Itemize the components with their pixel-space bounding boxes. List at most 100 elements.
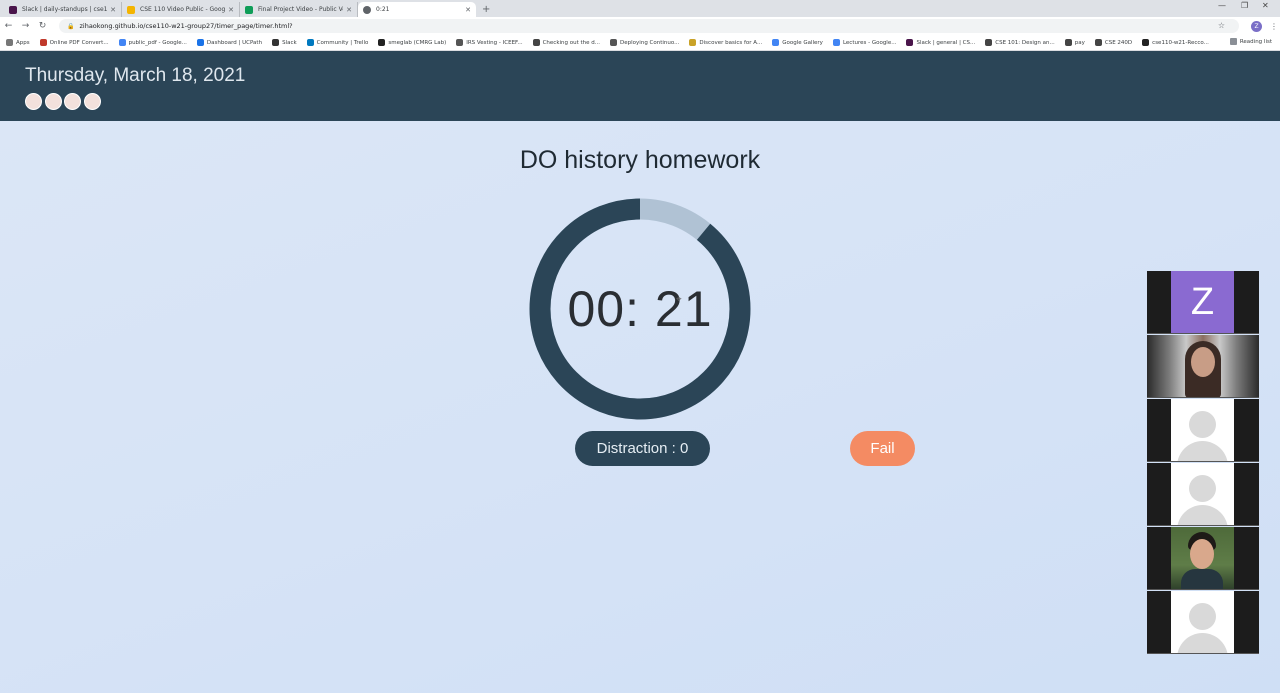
bookmark-label: Lectures - Google... — [842, 39, 897, 46]
new-tab-button[interactable]: + — [476, 2, 496, 17]
bookmark-star-icon[interactable]: ☆ — [1218, 21, 1225, 30]
browser-tab[interactable]: Final Project Video - Public Vers... ✕ — [240, 2, 358, 17]
bookmark-item[interactable]: Slack | general | CS... — [906, 39, 975, 46]
timer-display: 00: 21 — [567, 281, 713, 337]
menu-icon[interactable]: ⋮ — [1270, 22, 1278, 31]
task-title: DO history homework — [519, 146, 761, 174]
bookmark-label: IRS Vesting - ICEEF... — [466, 39, 523, 46]
page-header: Thursday, March 18, 2021 — [0, 51, 1280, 121]
bookmark-label: Google Gallery — [782, 39, 823, 46]
video-tile[interactable] — [1147, 463, 1259, 526]
bookmark-label: CSE 101: Design an... — [995, 39, 1055, 46]
tab-close-icon[interactable]: ✕ — [110, 6, 116, 14]
bookmark-label: public_pdf - Google... — [128, 39, 187, 46]
bookmark-item[interactable]: Lectures - Google... — [832, 39, 897, 46]
bookmark-label: Dashboard | UCPath — [206, 39, 263, 46]
bookmark-label: Deploying Continuo... — [620, 39, 680, 46]
tab-title: Final Project Video - Public Vers... — [258, 6, 343, 13]
date-title: Thursday, March 18, 2021 — [25, 65, 246, 86]
reading-list-label: Reading list — [1239, 38, 1272, 45]
url-text: zihaokong.github.io/cse110-w21-group27/t… — [79, 22, 293, 30]
bookmark-label: Online PDF Convert... — [49, 39, 109, 46]
bookmark-label: Discover basics for A... — [699, 39, 763, 46]
bookmark-item[interactable]: Deploying Continuo... — [610, 39, 679, 46]
participant-initial-avatar: Z — [1171, 271, 1234, 333]
participant-face — [1191, 347, 1215, 377]
bookmark-item[interactable]: Apps — [6, 39, 30, 46]
fail-button[interactable]: Fail — [850, 431, 915, 466]
bookmark-item[interactable]: Slack — [272, 39, 297, 46]
bookmark-favicon-icon — [689, 39, 697, 46]
reload-icon[interactable]: ↻ — [34, 21, 51, 31]
video-tile[interactable] — [1147, 527, 1259, 590]
bookmark-favicon-icon — [456, 39, 464, 46]
restore-icon[interactable]: ❐ — [1241, 1, 1248, 10]
window-close-icon[interactable]: ✕ — [1262, 1, 1269, 10]
video-tile[interactable] — [1147, 335, 1259, 398]
bookmark-item[interactable]: public_pdf - Google... — [118, 39, 187, 46]
lock-icon[interactable]: 🔒 — [67, 23, 74, 30]
bookmark-item[interactable]: Discover basics for A... — [689, 39, 762, 46]
pomodoro-dot — [64, 93, 81, 110]
participant-shirt — [1181, 569, 1223, 589]
bookmark-label: pay — [1074, 39, 1085, 46]
video-tile[interactable] — [1147, 591, 1259, 654]
bookmark-favicon-icon — [772, 39, 780, 46]
bookmark-label: smeglab (CMRG Lab) — [388, 39, 447, 46]
tab-close-icon[interactable]: ✕ — [346, 6, 352, 14]
forward-icon[interactable]: → — [17, 21, 34, 31]
browser-tab[interactable]: Slack | daily-standups | cse110-... ✕ — [4, 2, 122, 17]
reading-list-icon — [1229, 38, 1237, 45]
person-head-icon — [1189, 603, 1216, 630]
bookmark-item[interactable]: Checking out the d... — [532, 39, 600, 46]
video-tile[interactable]: Z — [1147, 271, 1259, 334]
bookmark-item[interactable]: CSE 240D — [1094, 39, 1132, 46]
bookmark-item[interactable]: Online PDF Convert... — [39, 39, 109, 46]
participant-placeholder — [1171, 591, 1234, 653]
distraction-button[interactable]: Distraction : 0 — [575, 431, 710, 466]
browser-toolbar: ← → ↻ 🔒 zihaokong.github.io/cse110-w21-g… — [0, 17, 1280, 35]
participant-face — [1190, 539, 1214, 569]
bookmark-favicon-icon — [532, 39, 540, 46]
back-icon[interactable]: ← — [0, 21, 17, 31]
bookmark-favicon-icon — [272, 39, 280, 46]
tab-close-icon[interactable]: ✕ — [228, 6, 234, 14]
bookmark-item[interactable]: cse110-w21-Recco... — [1142, 39, 1209, 46]
participant-placeholder — [1171, 399, 1234, 461]
bookmark-item[interactable]: Dashboard | UCPath — [196, 39, 263, 46]
person-body-icon — [1177, 441, 1228, 461]
tab-title: Slack | daily-standups | cse110-... — [22, 6, 108, 13]
bookmark-item[interactable]: smeglab (CMRG Lab) — [378, 39, 446, 46]
bookmark-favicon-icon — [1094, 39, 1102, 46]
bookmark-favicon-icon — [906, 39, 914, 46]
slack-favicon-icon — [9, 5, 17, 14]
bookmark-favicon-icon — [1142, 39, 1150, 46]
address-bar[interactable]: 🔒 zihaokong.github.io/cse110-w21-group27… — [59, 19, 1239, 33]
bookmark-favicon-icon — [118, 39, 126, 46]
profile-avatar[interactable]: Z — [1251, 20, 1262, 32]
browser-tab-active[interactable]: 0:21 ✕ — [358, 2, 476, 17]
bookmark-label: Apps — [16, 39, 30, 46]
tab-close-icon[interactable]: ✕ — [465, 6, 471, 14]
bookmark-favicon-icon — [306, 39, 314, 46]
person-head-icon — [1189, 411, 1216, 438]
person-body-icon — [1177, 505, 1228, 525]
bookmark-item[interactable]: pay — [1064, 39, 1085, 46]
globe-favicon-icon — [363, 5, 371, 14]
video-tile[interactable] — [1147, 399, 1259, 462]
bookmark-label: cse110-w21-Recco... — [1152, 39, 1209, 46]
bookmark-item[interactable]: Google Gallery — [772, 39, 823, 46]
slides-favicon-icon — [127, 5, 135, 14]
person-body-icon — [1177, 633, 1228, 653]
bookmark-item[interactable]: CSE 101: Design an... — [985, 39, 1055, 46]
bookmark-favicon-icon — [832, 39, 840, 46]
reading-list-button[interactable]: Reading list — [1229, 38, 1272, 45]
bookmarks-bar: Apps Online PDF Convert... public_pdf - Go… — [0, 35, 1280, 51]
bookmark-favicon-icon — [378, 39, 386, 46]
bookmark-favicon-icon — [6, 39, 13, 46]
tab-title: CSE 110 Video Public - Google ... — [140, 6, 226, 13]
browser-tab[interactable]: CSE 110 Video Public - Google ... ✕ — [122, 2, 240, 17]
minimize-icon[interactable]: — — [1218, 1, 1226, 10]
bookmark-item[interactable]: Community | Trello — [306, 39, 368, 46]
bookmark-item[interactable]: IRS Vesting - ICEEF... — [456, 39, 523, 46]
